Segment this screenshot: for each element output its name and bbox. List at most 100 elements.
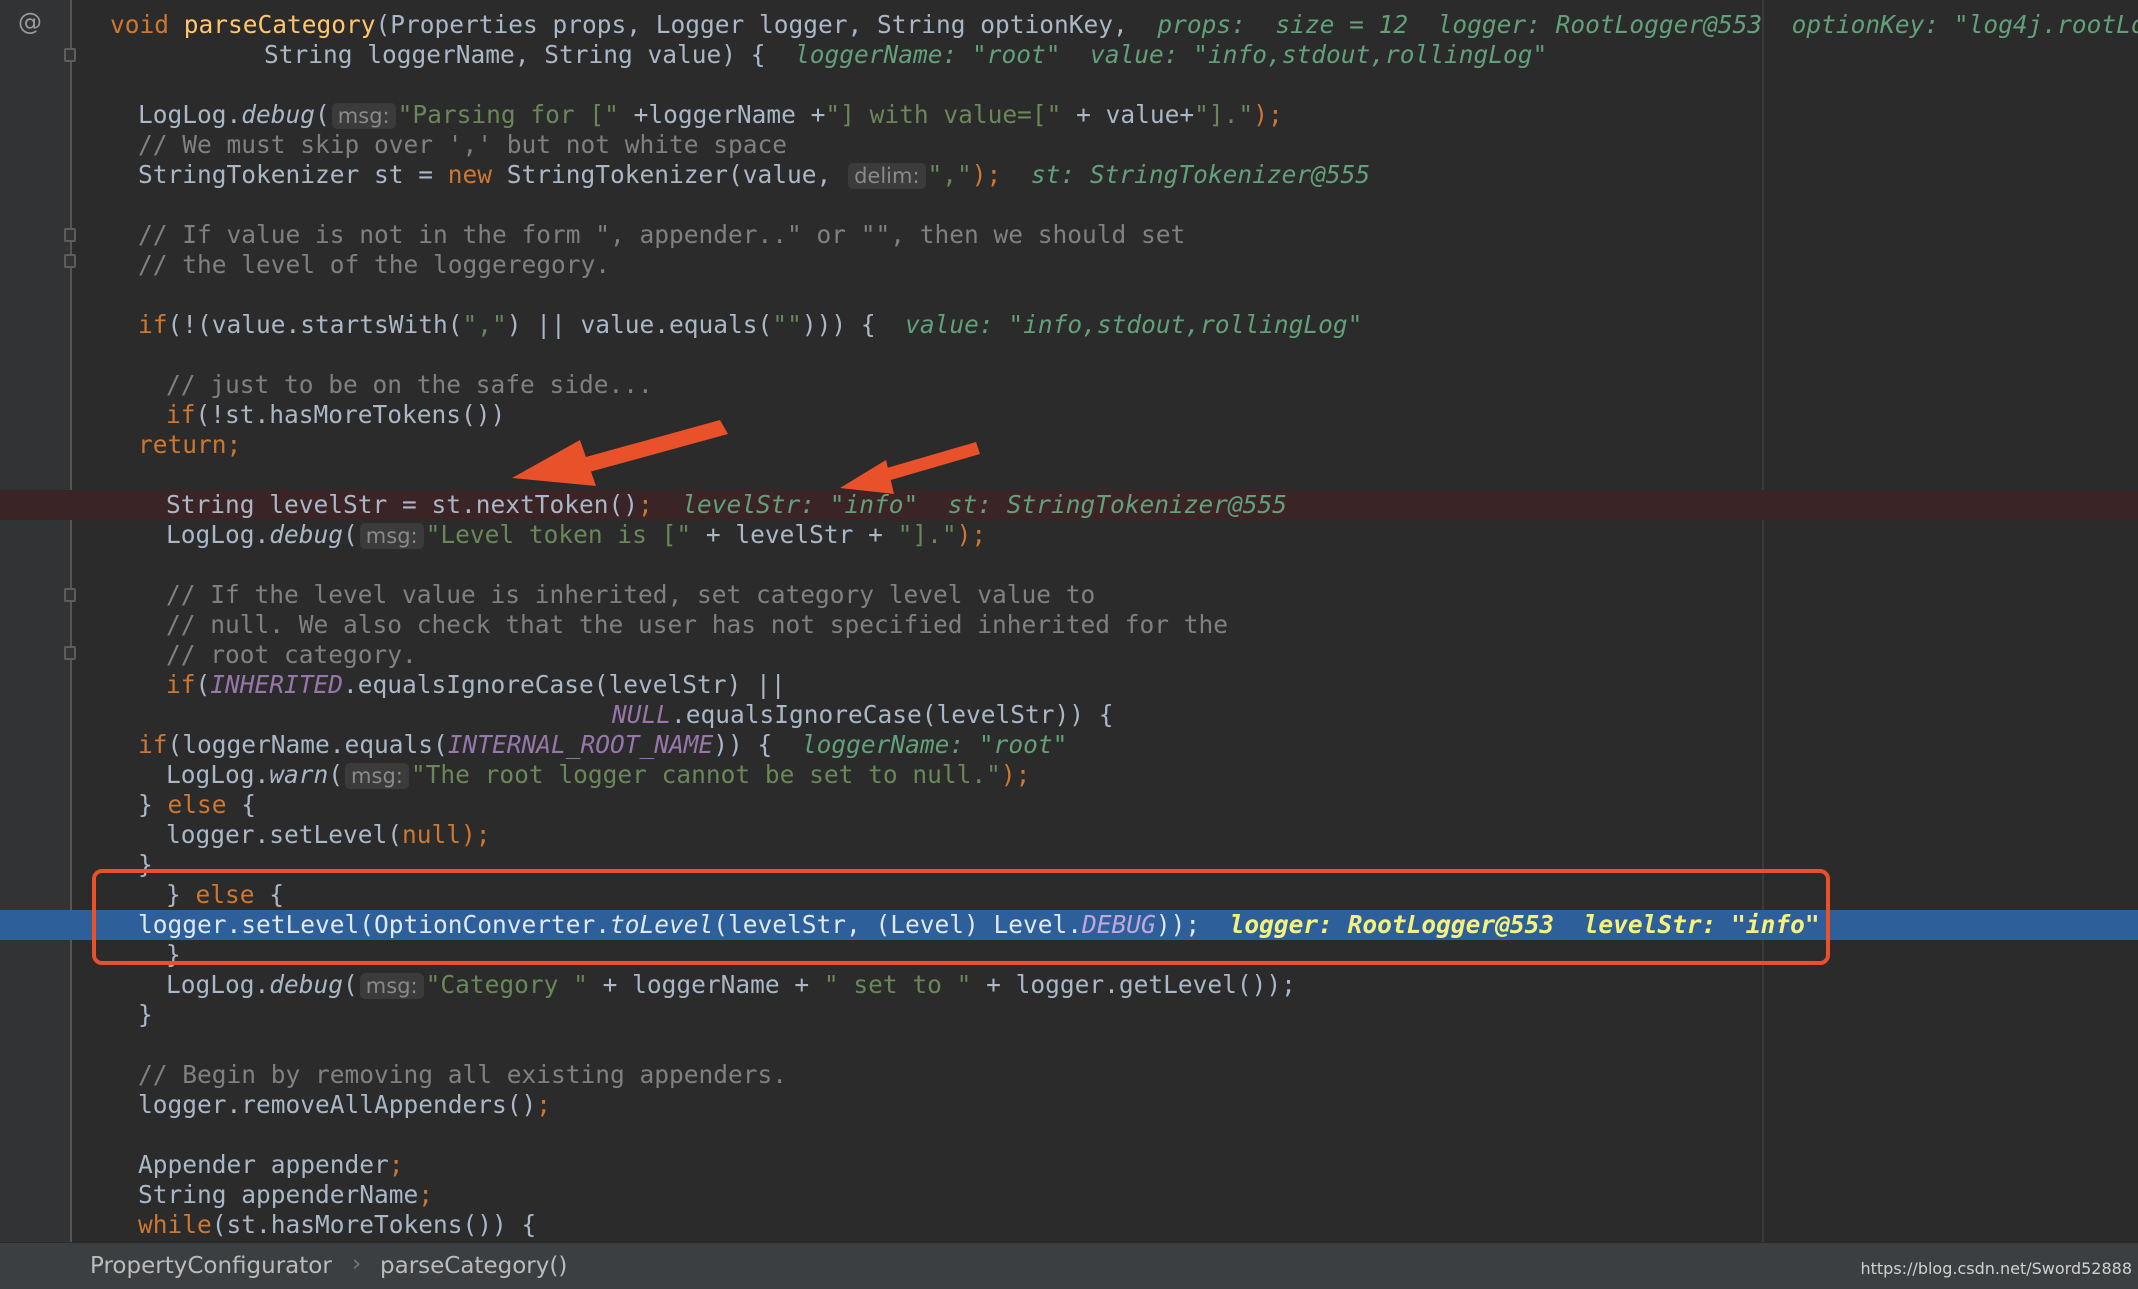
string-literal: "Parsing for [" bbox=[397, 100, 619, 129]
code-text: logger.removeAllAppenders() bbox=[138, 1090, 537, 1119]
inline-debug-value: loggerName: "root" bbox=[801, 730, 1068, 759]
code-text: ; bbox=[536, 1090, 552, 1119]
code-line[interactable]: if(!st.hasMoreTokens()) bbox=[0, 400, 2138, 430]
keyword: if bbox=[166, 670, 196, 699]
code-line[interactable]: // Begin by removing all existing append… bbox=[0, 1060, 2138, 1090]
inline-debug-value: props: size = 12 logger: RootLogger@553 … bbox=[1157, 10, 2138, 39]
string-literal: "The root logger cannot be set to null." bbox=[410, 760, 1001, 789]
comment: // If value is not in the form ", append… bbox=[138, 220, 1186, 249]
code-text: { bbox=[254, 880, 285, 909]
code-text: ); bbox=[956, 520, 987, 549]
breadcrumb-class[interactable]: PropertyConfigurator bbox=[90, 1253, 332, 1279]
parameter-hint: msg: bbox=[331, 103, 396, 129]
code-line[interactable]: // We must skip over ',' but not white s… bbox=[0, 130, 2138, 160]
code-line[interactable]: Appender appender; bbox=[0, 1150, 2138, 1180]
code-line[interactable]: // just to be on the safe side... bbox=[0, 370, 2138, 400]
method-name: debug bbox=[269, 970, 344, 999]
code-text: .equalsIgnoreCase(levelStr)) { bbox=[671, 700, 1114, 729]
keyword: null bbox=[402, 820, 462, 849]
code-text: Appender appender bbox=[138, 1150, 389, 1179]
code-editor[interactable]: @ void parseCategory(Properties props, L… bbox=[0, 0, 2138, 1242]
code-line[interactable]: logger.removeAllAppenders(); bbox=[0, 1090, 2138, 1120]
code-text: ); bbox=[1000, 760, 1031, 789]
code-line[interactable]: String appenderName; bbox=[0, 1180, 2138, 1210]
constant: INTERNAL_ROOT_NAME bbox=[447, 730, 714, 759]
code-text: (st.hasMoreTokens()) { bbox=[211, 1210, 537, 1239]
inline-debug-value: value: "info,stdout,rollingLog" bbox=[905, 310, 1363, 339]
keyword: else bbox=[167, 790, 227, 819]
code-line[interactable]: String loggerName, String value) { logge… bbox=[0, 40, 2138, 70]
string-literal: "Level token is [" bbox=[425, 520, 692, 549]
comment: // Begin by removing all existing append… bbox=[138, 1060, 788, 1089]
comment: // just to be on the safe side... bbox=[166, 370, 653, 399]
code-text: ))) { bbox=[801, 310, 876, 339]
code-line[interactable]: } else { bbox=[0, 880, 2138, 910]
code-text: ( bbox=[195, 670, 211, 699]
keyword: while bbox=[138, 1210, 212, 1239]
constant: INHERITED bbox=[210, 670, 344, 699]
code-line[interactable]: void parseCategory(Properties props, Log… bbox=[0, 10, 2138, 40]
parameter-hint: delim: bbox=[848, 163, 926, 189]
constant: DEBUG bbox=[1082, 910, 1156, 939]
current-execution-line[interactable]: logger.setLevel(OptionConverter.toLevel(… bbox=[0, 910, 2138, 940]
string-literal: "] with value=[" bbox=[825, 100, 1062, 129]
code-line[interactable]: if(loggerName.equals(INTERNAL_ROOT_NAME)… bbox=[0, 730, 2138, 760]
code-line[interactable]: if(!(value.startsWith(",") || value.equa… bbox=[0, 310, 2138, 340]
code-line[interactable]: // If value is not in the form ", append… bbox=[0, 220, 2138, 250]
code-text: } bbox=[138, 850, 153, 879]
method-name: parseCategory bbox=[183, 10, 376, 39]
code-text: { bbox=[226, 790, 257, 819]
code-line[interactable]: // the level of the loggeregory. bbox=[0, 250, 2138, 280]
watermark-text: https://blog.csdn.net/Sword52888 bbox=[1860, 1259, 2132, 1278]
code-line[interactable]: // root category. bbox=[0, 640, 2138, 670]
code-line[interactable]: while(st.hasMoreTokens()) { bbox=[0, 1210, 2138, 1240]
code-line[interactable]: // null. We also check that the user has… bbox=[0, 610, 2138, 640]
code-text: (Properties props, Logger logger, String… bbox=[375, 10, 1128, 39]
code-text: LogLog. bbox=[166, 970, 270, 999]
code-line[interactable]: logger.setLevel(null); bbox=[0, 820, 2138, 850]
code-text: ( bbox=[343, 970, 358, 999]
string-literal: "," bbox=[462, 310, 507, 339]
code-line[interactable]: LogLog.debug(msg: "Category " + loggerNam… bbox=[0, 970, 2138, 1000]
method-name: warn bbox=[269, 760, 329, 789]
code-line[interactable]: } bbox=[0, 850, 2138, 880]
code-line[interactable]: NULL.equalsIgnoreCase(levelStr)) { bbox=[0, 700, 2138, 730]
code-line[interactable]: return; bbox=[0, 430, 2138, 460]
keyword: if bbox=[138, 730, 168, 759]
code-line[interactable]: LogLog.debug(msg: "Parsing for [" +logger… bbox=[0, 100, 2138, 130]
keyword: return; bbox=[138, 430, 242, 459]
code-text: +loggerName + bbox=[618, 100, 826, 129]
code-text: .equalsIgnoreCase(levelStr) || bbox=[343, 670, 786, 699]
code-text: ( bbox=[343, 520, 358, 549]
breadcrumb-method[interactable]: parseCategory() bbox=[380, 1253, 567, 1279]
code-line[interactable]: } bbox=[0, 1000, 2138, 1030]
breadcrumb-bar: PropertyConfigurator › parseCategory() h… bbox=[0, 1242, 2138, 1289]
string-literal: "Category " bbox=[425, 970, 588, 999]
code-text: ); bbox=[1253, 100, 1283, 129]
breakpoint-line[interactable]: String levelStr = st.nextToken(); levelS… bbox=[0, 490, 2138, 520]
code-text: } bbox=[166, 940, 181, 969]
code-text: ; bbox=[418, 1180, 434, 1209]
code-text: StringTokenizer(value, bbox=[492, 160, 832, 189]
comment: // the level of the loggeregory. bbox=[138, 250, 611, 279]
code-text: LogLog. bbox=[166, 760, 270, 789]
code-text: String levelStr = st.nextToken() bbox=[166, 490, 639, 519]
code-text: )); bbox=[1155, 910, 1201, 939]
code-line[interactable]: } else { bbox=[0, 790, 2138, 820]
code-line[interactable]: LogLog.warn(msg: "The root logger cannot … bbox=[0, 760, 2138, 790]
method-name: toLevel bbox=[610, 910, 714, 939]
code-text: ( bbox=[315, 100, 330, 129]
inline-debug-value: loggerName: "root" value: "info,stdout,r… bbox=[795, 40, 1548, 69]
code-line[interactable]: if(INHERITED.equalsIgnoreCase(levelStr) … bbox=[0, 670, 2138, 700]
code-text: (levelStr, (Level) Level. bbox=[713, 910, 1083, 939]
inline-debug-value: levelStr: "info" st: StringTokenizer@555 bbox=[682, 490, 1288, 519]
comment: // We must skip over ',' but not white s… bbox=[138, 130, 788, 159]
code-line[interactable]: LogLog.debug(msg: "Level token is [" + le… bbox=[0, 520, 2138, 550]
string-literal: "," bbox=[927, 160, 972, 189]
code-line[interactable]: StringTokenizer st = new StringTokenizer… bbox=[0, 160, 2138, 190]
code-text: } bbox=[166, 880, 196, 909]
code-line[interactable]: // If the level value is inherited, set … bbox=[0, 580, 2138, 610]
parameter-hint: msg: bbox=[359, 523, 424, 549]
code-line[interactable]: } bbox=[0, 940, 2138, 970]
string-literal: "" bbox=[772, 310, 802, 339]
